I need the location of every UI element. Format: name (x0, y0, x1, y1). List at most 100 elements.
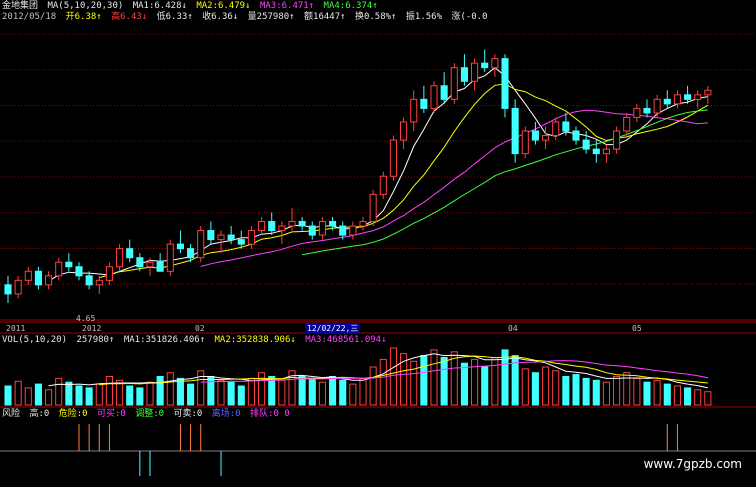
candle-body (318, 221, 326, 236)
volume-bar (481, 366, 489, 406)
candle-body (694, 94, 702, 100)
candle-body (166, 243, 174, 272)
vol-ma2: MA2:352838.906↓ (214, 335, 296, 345)
candle-body (562, 121, 570, 132)
candle-body (116, 248, 124, 268)
volume-bar (339, 379, 347, 406)
volume-bar (95, 383, 103, 406)
candle-body (207, 230, 215, 241)
volume-bar (542, 366, 550, 406)
candle-body (552, 121, 560, 137)
risk-queue: 排队:0 0 (250, 409, 290, 419)
watermark: www.7gpzb.com (643, 457, 742, 471)
risk-header: 风险 高:0 危险:0 可买:0 调整:0 可卖:0 离场:0 排队:0 0 (2, 409, 294, 420)
candle-body (197, 230, 205, 259)
candle-body (329, 221, 337, 227)
volume-bar (572, 374, 580, 406)
candle-body (247, 230, 255, 245)
vol-label: VOL(5,10,20) (2, 335, 68, 345)
volume-bar (85, 387, 93, 406)
candle-body (420, 98, 428, 109)
volume-bar (491, 357, 499, 406)
volume-bar (450, 351, 458, 406)
candle-body (450, 67, 458, 100)
volume-bar (308, 377, 316, 406)
candle-body (613, 130, 621, 150)
risk-sell: 可卖:0 (173, 409, 203, 419)
volume-bar (552, 370, 560, 406)
volume-header: VOL(5,10,20) 257980↑ MA1:351826.406↑ MA2… (2, 335, 391, 346)
risk-buy: 可买:0 (96, 409, 126, 419)
candle-body (582, 139, 590, 150)
volume-bar (105, 376, 113, 406)
candle-body (460, 67, 468, 82)
volume-bar (4, 385, 12, 406)
selected-date-label[interactable]: 12/02/22,三 (305, 323, 361, 334)
candle-body (136, 257, 144, 268)
volume-bar (369, 366, 377, 406)
candle-body (34, 270, 42, 286)
volume-bar (207, 376, 215, 406)
risk-danger: 危险:0 (58, 409, 88, 419)
vol-current: 257980↑ (76, 335, 115, 345)
volume-bar (460, 362, 468, 406)
candle-body (531, 130, 539, 141)
volume-bar (531, 372, 539, 406)
candle-body (95, 279, 103, 286)
volume-bar (420, 355, 428, 406)
volume-bar (146, 381, 154, 406)
x-label-05: 05 (632, 324, 642, 333)
risk-adjust: 调整:0 (135, 409, 165, 419)
x-label-02: 02 (195, 324, 205, 333)
volume-bar (329, 376, 337, 406)
candle-body (572, 130, 580, 141)
candle-body (45, 275, 53, 286)
candle-body (258, 221, 266, 232)
candle-body (14, 279, 22, 295)
volume-bar (34, 383, 42, 406)
volume-bar (673, 385, 681, 406)
candle-body (298, 221, 306, 227)
volume-bar (684, 387, 692, 406)
volume-bar (633, 377, 641, 406)
volume-bar (521, 368, 529, 406)
candle-body (684, 94, 692, 100)
x-label-04: 04 (508, 324, 518, 333)
stock-chart-window: 金地集团 MA(5,10,20,30) MA1:6.428↓ MA2:6.479… (0, 0, 756, 487)
volume-bar (176, 377, 184, 406)
candle-body (156, 261, 164, 272)
candle-body (217, 234, 225, 241)
volume-bar (217, 379, 225, 406)
candle-body (349, 225, 357, 236)
candle-body (511, 107, 519, 155)
candle-body (85, 275, 93, 286)
volume-bar (24, 387, 32, 406)
volume-bar (359, 377, 367, 406)
volume-bar (501, 349, 509, 406)
volume-bar (45, 389, 53, 406)
candle-body (643, 107, 651, 114)
volume-bar (237, 385, 245, 406)
volume-bar (136, 387, 144, 406)
candle-body (24, 270, 32, 281)
candle-body (501, 58, 509, 109)
candle-body (481, 62, 489, 69)
ma5-line (48, 67, 708, 282)
candle-body (430, 85, 438, 109)
risk-high: 高:0 (29, 409, 50, 419)
vol-ma3: MA3:468561.094↓ (305, 335, 387, 345)
volume-bar (156, 376, 164, 406)
volume-bar (75, 385, 83, 406)
candle-body (379, 175, 387, 195)
candle-body (623, 116, 631, 132)
volume-bar (643, 381, 651, 406)
volume-bar (187, 383, 195, 406)
candle-body (369, 193, 377, 223)
volume-bar (197, 370, 205, 406)
candle-body (704, 89, 712, 96)
candle-body (663, 98, 671, 105)
candle-body (4, 284, 12, 295)
candle-body (146, 261, 154, 268)
candle-body (187, 248, 195, 259)
volume-bar (227, 381, 235, 406)
